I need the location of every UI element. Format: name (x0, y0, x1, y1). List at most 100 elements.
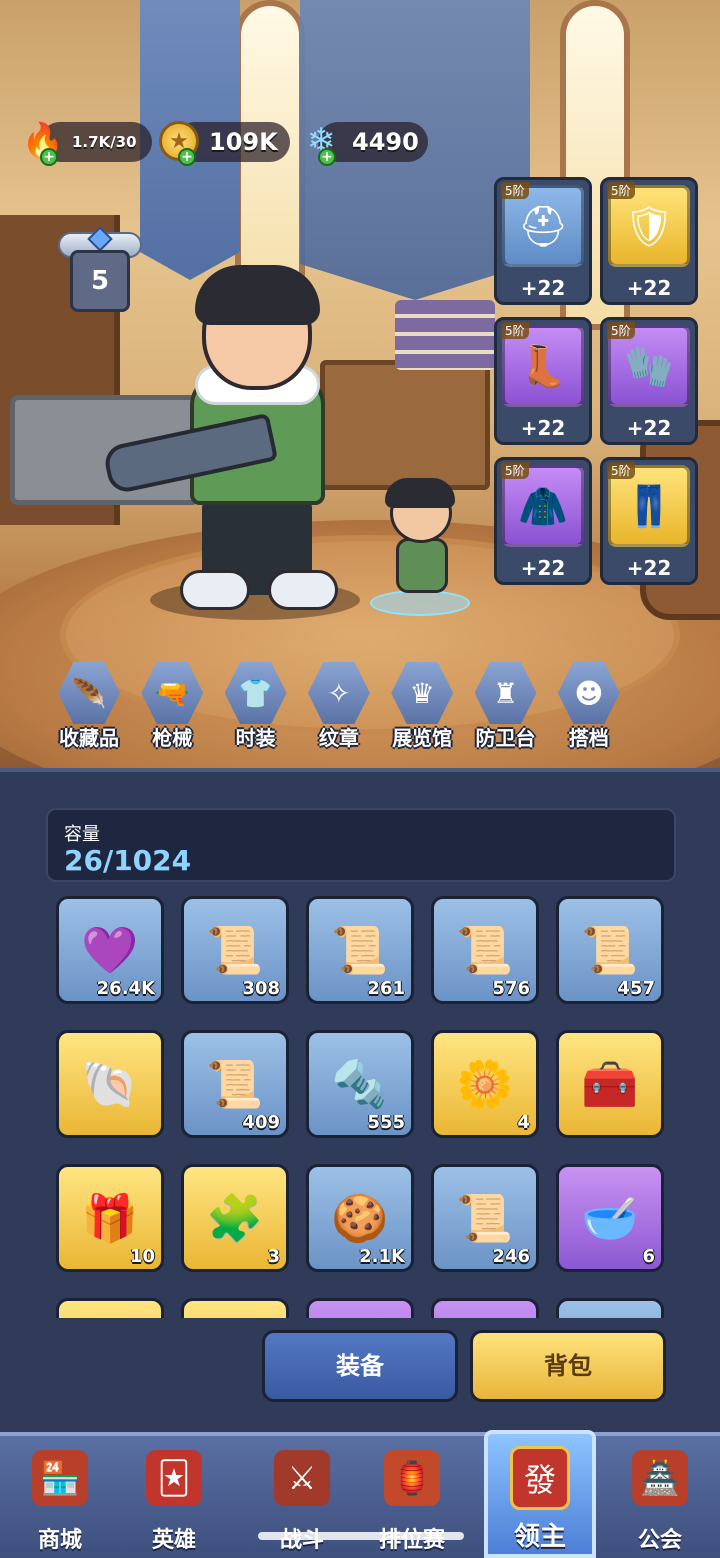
equipment-slot[interactable]: 🧥 5阶 +22 (494, 457, 592, 585)
add-crystal-icon[interactable]: + (318, 148, 336, 166)
capacity-box: 容量 26/1024 (46, 808, 676, 882)
inventory-item[interactable]: 📜 457 (556, 896, 664, 1004)
equipment-tier: 5阶 (607, 322, 635, 339)
inventory-item[interactable]: 📜 246 (431, 1164, 539, 1272)
lord-character[interactable] (101, 265, 360, 625)
nav-lord-banner[interactable]: 發领主 (490, 1446, 590, 1556)
inventory-item[interactable]: 🧰 (556, 1030, 664, 1138)
add-stamina-icon[interactable]: + (40, 148, 58, 166)
inventory-item[interactable]: ✦ (181, 1298, 289, 1318)
category-costume[interactable]: 👕 时装 (217, 662, 295, 754)
item-count: 4 (517, 1112, 530, 1133)
scroll-cloak-icon: 📜 (581, 922, 639, 977)
category-label: 搭档 (568, 726, 609, 750)
equip-tab-button[interactable]: 装备 (262, 1330, 458, 1402)
bolt-nut-icon: 🔩 (331, 1056, 389, 1111)
inventory-item[interactable]: 🐚 (56, 1030, 164, 1138)
category-feather[interactable]: 🪶 收藏品 (50, 662, 128, 754)
scroll-boots-icon: 📜 (206, 1056, 264, 1111)
battle-icon: ⚔ (274, 1450, 330, 1506)
inventory-item[interactable]: 💜 26.4K (56, 896, 164, 1004)
scroll-armor-icon: 📜 (456, 922, 514, 977)
item-count: 576 (492, 978, 530, 999)
flower-icon: 🌼 (456, 1056, 514, 1111)
category-label: 收藏品 (59, 726, 119, 750)
inventory-item[interactable]: 📜 576 (431, 896, 539, 1004)
equipment-slot[interactable]: 👢 5阶 +22 (494, 317, 592, 445)
add-gold-icon[interactable]: + (178, 148, 196, 166)
bag-tab-button[interactable]: 背包 (470, 1330, 666, 1402)
hero-card-icon: 🃏 (146, 1450, 202, 1506)
gun-icon: 🔫 (141, 662, 204, 724)
equipment-level: +22 (626, 276, 672, 300)
lord-level: 5 (70, 250, 130, 312)
equipment-tier: 5阶 (607, 462, 635, 479)
cat-cookie-icon: 🍪 (331, 1190, 389, 1245)
scroll-glove-icon: 📜 (331, 922, 389, 977)
inventory-item[interactable]: 🔩 555 (306, 1030, 414, 1138)
lord-level-badge[interactable]: 5 (58, 226, 142, 312)
item-count: 26.4K (96, 978, 155, 999)
defense-tower-icon: ♜ (474, 662, 537, 724)
item-count: 457 (617, 978, 655, 999)
inventory-item[interactable]: 📜 308 (181, 896, 289, 1004)
item-count: 6 (642, 1246, 655, 1267)
inventory-item[interactable]: 🥣 6 (556, 1164, 664, 1272)
item-count: 555 (367, 1112, 405, 1133)
home-indicator[interactable] (258, 1532, 464, 1540)
item-count: 409 (242, 1112, 280, 1133)
nav-shop[interactable]: 🏪 商城 (10, 1446, 110, 1556)
partner-icon: ☻ (557, 662, 620, 724)
partner-hair (385, 478, 455, 508)
inventory-item[interactable]: ✦ (56, 1298, 164, 1318)
item-count: 246 (492, 1246, 530, 1267)
equipment-tier: 5阶 (501, 322, 529, 339)
inventory-item[interactable]: 🌼 4 (431, 1030, 539, 1138)
stamina-value: 1.7K/30 (72, 133, 137, 151)
puzzle-piece-icon: 🧩 (206, 1190, 264, 1245)
category-partner[interactable]: ☻ 搭档 (550, 662, 628, 754)
nav-guild-hall[interactable]: 🏯 公会 (610, 1446, 710, 1556)
inventory-item[interactable]: 🎁 10 (56, 1164, 164, 1272)
guild-hall-icon: 🏯 (632, 1450, 688, 1506)
equipment-slot[interactable]: 👖 5阶 +22 (600, 457, 698, 585)
inventory-item[interactable]: 📜 261 (306, 896, 414, 1004)
inventory-item[interactable]: ✦ (431, 1298, 539, 1318)
equipment-slot[interactable]: ⛑ 5阶 +22 (494, 177, 592, 305)
equipment-tier: 5阶 (501, 462, 529, 479)
nav-label: 公会 (637, 1528, 682, 1553)
category-emblem[interactable]: ✧ 纹章 (300, 662, 378, 754)
partner-character[interactable] (370, 478, 470, 618)
inventory-item[interactable]: ✦ (306, 1298, 414, 1318)
scroll-pants-icon: 📜 (206, 922, 264, 977)
shop-icon: 🏪 (32, 1450, 88, 1506)
book-stack (395, 300, 495, 370)
nav-label: 领主 (513, 1522, 566, 1552)
purple-slime-icon: 💜 (81, 922, 139, 977)
equipment-slot[interactable]: 🛡 5阶 +22 (600, 177, 698, 305)
category-gun[interactable]: 🔫 枪械 (133, 662, 211, 754)
category-label: 展览馆 (392, 726, 453, 750)
inventory-item[interactable]: 📜 409 (181, 1030, 289, 1138)
item-count: 308 (242, 978, 280, 999)
lord-banner-icon: 發 (510, 1446, 570, 1510)
capacity-value: 26/1024 (64, 844, 192, 877)
category-defense-tower[interactable]: ♜ 防卫台 (467, 662, 545, 754)
item-count: 2.1K (359, 1246, 405, 1267)
costume-icon: 👕 (224, 662, 287, 724)
equipment-level: +22 (626, 556, 672, 580)
item-count: 261 (367, 978, 405, 999)
inventory-item[interactable]: 🍪 2.1K (306, 1164, 414, 1272)
potion-bowl-icon: 🥣 (581, 1190, 639, 1245)
inventory-grid[interactable]: 💜 26.4K 📜 308 📜 261 📜 576 📜 457 🐚 📜 409 🔩 555 🌼 4 🧰 🎁 10 🧩 3 🍪… (0, 890, 720, 1318)
inventory-item[interactable]: 🧩 3 (181, 1164, 289, 1272)
equipment-slot[interactable]: 🧤 5阶 +22 (600, 317, 698, 445)
category-exhibition[interactable]: ♛ 展览馆 (383, 662, 461, 754)
golden-chest-icon: 🎁 (81, 1190, 139, 1245)
crystal-value: 4490 (352, 128, 419, 156)
inventory-item[interactable]: ✦ (556, 1298, 664, 1318)
nav-hero-card[interactable]: 🃏 英雄 (124, 1446, 224, 1556)
equipment-level: +22 (520, 416, 566, 440)
item-count: 10 (129, 1246, 155, 1267)
emblem-icon: ✧ (307, 662, 370, 724)
